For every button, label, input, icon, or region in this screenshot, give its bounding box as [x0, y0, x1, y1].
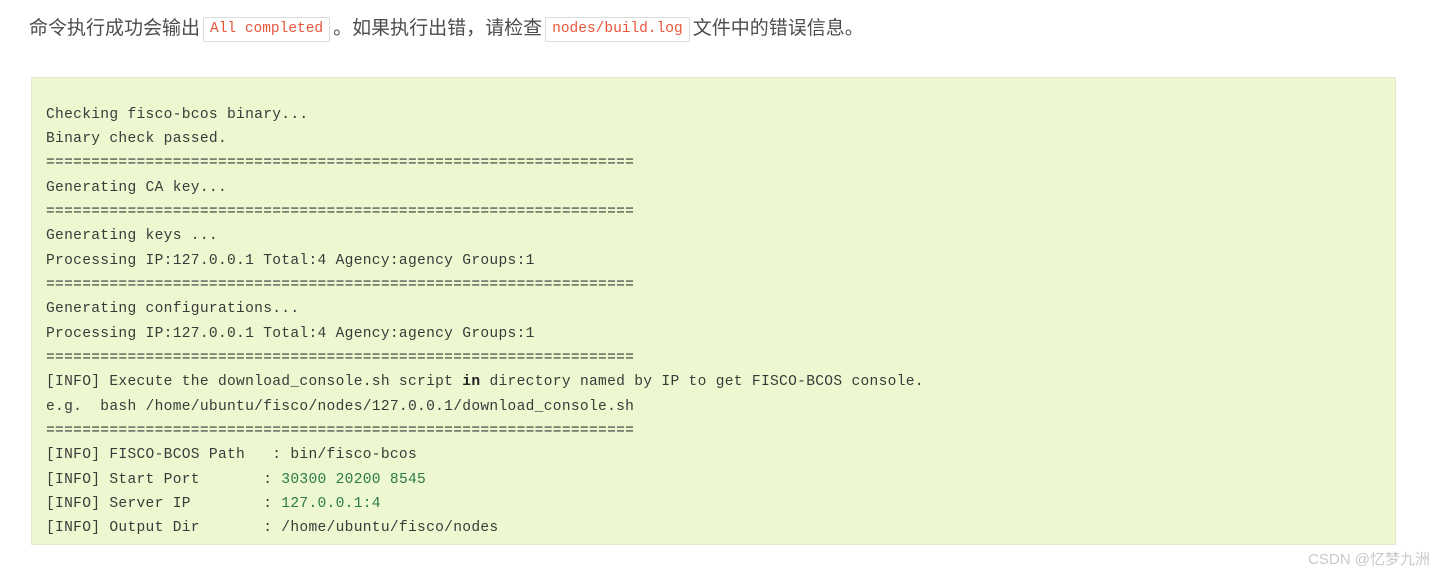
console-line: Binary check passed.	[46, 130, 227, 147]
console-line: Processing IP:127.0.0.1 Total:4 Agency:a…	[46, 325, 535, 342]
inline-code-build-log: nodes/build.log	[545, 17, 690, 42]
console-line: ========================================…	[46, 277, 635, 293]
console-line: Processing IP:127.0.0.1 Total:4 Agency:a…	[46, 252, 535, 269]
console-line: ========================================…	[46, 155, 635, 172]
console-line: ========================================…	[46, 423, 635, 440]
inline-code-all-completed: All completed	[203, 17, 331, 42]
console-line: Generating keys ...	[46, 228, 218, 245]
console-output-block[interactable]: Checking fisco-bcos binary... Binary chec…	[31, 77, 1396, 545]
intro-text-part-3: 文件中的错误信息。	[692, 18, 864, 39]
csdn-watermark: CSDN @忆梦九洲	[1308, 551, 1430, 568]
intro-paragraph: 命令执行成功会输出 All completed 。如果执行出错，请检查 nodes/b…	[29, 12, 864, 46]
console-line: Generating CA key...	[46, 179, 227, 196]
console-keyword: in	[462, 374, 481, 391]
console-line: e.g. bash /home/ubuntu/fisco/nodes/127.0…	[46, 398, 635, 415]
console-line: ========================================…	[46, 350, 635, 367]
intro-text-part-2: 。如果执行出错，请检查	[333, 18, 543, 39]
console-value-highlight: 30300 20200 8545	[281, 471, 427, 488]
console-output-text: Checking fisco-bcos binary... Binary chec…	[46, 103, 1395, 544]
console-line: [INFO] Start Port : 30300 20200 8545	[46, 471, 427, 488]
console-line: [INFO] Server IP : 127.0.0.1:4	[46, 496, 381, 513]
console-line: [INFO] Output Dir : /home/ubuntu/fisco/n…	[46, 520, 499, 537]
console-line: [INFO] CA Key Path : /home/ubuntu/fisco/…	[46, 541, 1395, 544]
console-line: [INFO] Execute the download_console.sh s…	[46, 374, 924, 391]
intro-text-part-1: 命令执行成功会输出	[29, 18, 201, 39]
console-line: Generating configurations...	[46, 301, 300, 318]
console-line: [INFO] FISCO-BCOS Path : bin/fisco-bcos	[46, 447, 418, 464]
console-line: Checking fisco-bcos binary...	[46, 106, 309, 123]
console-value-highlight: 127.0.0.1:4	[281, 496, 381, 513]
console-line: ========================================…	[46, 203, 635, 220]
